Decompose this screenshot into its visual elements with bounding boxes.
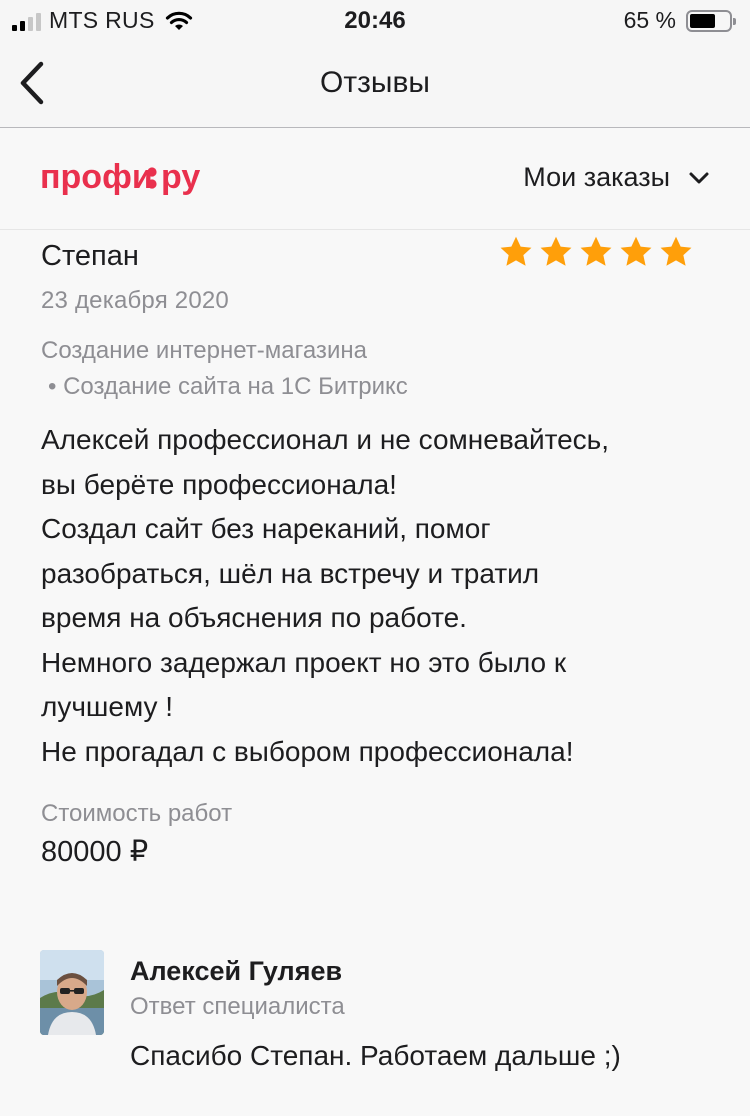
battery-icon: [686, 9, 736, 32]
star-icon: [580, 236, 612, 266]
star-icon: [620, 236, 652, 266]
navigation-bar: Отзывы: [0, 42, 750, 128]
reviewer-name: Степан: [41, 240, 139, 272]
star-icon: [500, 236, 532, 266]
profi-logo[interactable]: профи ру: [40, 158, 240, 198]
svg-text:ру: ру: [161, 158, 200, 196]
cost-label: Стоимость работ: [41, 800, 233, 827]
battery-percent: 65 %: [623, 7, 676, 33]
review-text: Алексей профессионал и не сомневайтесь, …: [41, 424, 610, 767]
svg-text:профи: профи: [40, 158, 153, 196]
status-right: 65 %: [623, 7, 736, 34]
specialist-role: Ответ специалиста: [130, 993, 345, 1020]
status-bar: MTS RUS 20:46 65 %: [0, 0, 750, 42]
avatar[interactable]: [40, 950, 104, 1035]
reply-text: Спасибо Степан. Работаем дальше ;): [130, 1040, 621, 1071]
review-card: Степан 23 декабря 2020 Создание интернет…: [0, 230, 750, 1116]
star-icon: [540, 236, 572, 266]
my-orders-label: Мои заказы: [523, 162, 670, 192]
specialist-name: Алексей Гуляев: [130, 956, 343, 986]
star-icon: [660, 236, 692, 266]
review-date: 23 декабря 2020: [41, 287, 229, 314]
page-title: Отзывы: [320, 66, 430, 99]
cost-value: 80000 ₽: [41, 836, 149, 868]
service-category: Создание интернет-магазина: [41, 337, 367, 364]
rating-stars: [498, 234, 694, 270]
service-subcategory: • Создание сайта на 1С Битрикс: [48, 373, 408, 400]
my-orders-dropdown[interactable]: Мои заказы: [523, 162, 710, 193]
chevron-down-icon: [689, 172, 709, 183]
battery-fill: [690, 13, 715, 28]
site-header: профи ру Мои заказы: [0, 128, 750, 230]
